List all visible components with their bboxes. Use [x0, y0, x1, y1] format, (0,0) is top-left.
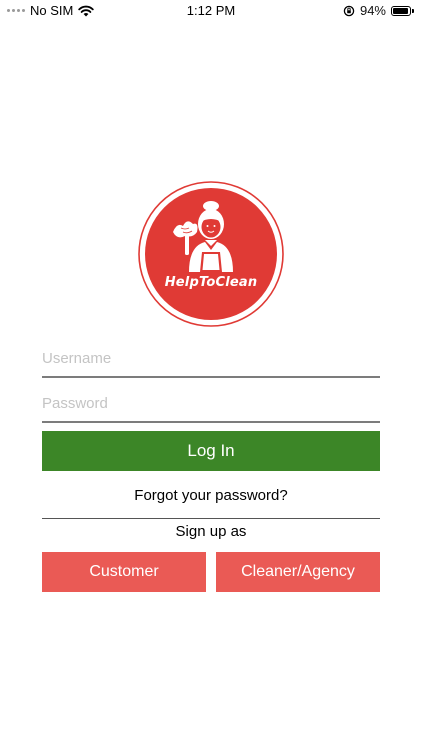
divider [42, 518, 380, 519]
status-bar: No SIM 1:12 PM 94% [0, 0, 422, 22]
password-input[interactable] [42, 389, 380, 417]
signup-cleaner-agency-button[interactable]: Cleaner/Agency [216, 552, 380, 592]
password-field[interactable] [42, 389, 380, 423]
username-field[interactable] [42, 344, 380, 378]
helptoclean-logo: HelpToClean [137, 180, 285, 328]
forgot-password-link[interactable]: Forgot your password? [42, 487, 380, 504]
status-right: 94% [343, 3, 414, 18]
logo-emblem-icon [138, 181, 284, 327]
logo-wordmark: HelpToClean [164, 275, 258, 290]
orientation-lock-icon [343, 5, 355, 16]
signup-customer-button[interactable]: Customer [42, 552, 206, 592]
battery-icon [391, 5, 414, 16]
username-input[interactable] [42, 344, 380, 372]
signup-label: Sign up as [175, 523, 247, 540]
battery-percent: 94% [359, 3, 386, 18]
login-button[interactable]: Log In [42, 431, 380, 471]
